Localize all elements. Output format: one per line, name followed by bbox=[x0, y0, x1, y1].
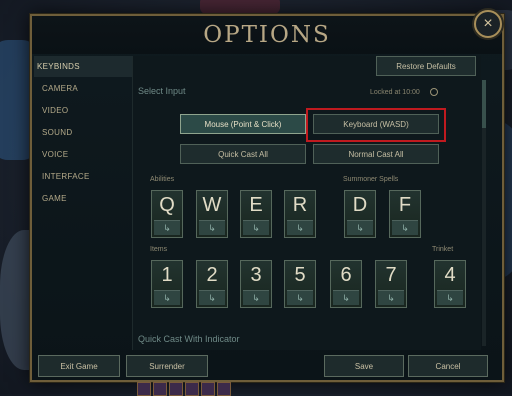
scrollbar-thumb[interactable] bbox=[482, 80, 486, 128]
quick-cast-toggle-icon[interactable]: ↳ bbox=[347, 220, 373, 235]
surrender-button[interactable]: Surrender bbox=[126, 355, 208, 377]
sidebar-item-video[interactable]: VIDEO bbox=[34, 100, 132, 121]
quick-cast-toggle-icon[interactable]: ↳ bbox=[287, 290, 313, 305]
quick-cast-toggle-icon[interactable]: ↳ bbox=[243, 290, 269, 305]
options-sidebar: KEYBINDS CAMERA VIDEO SOUND VOICE INTERF… bbox=[34, 56, 132, 210]
quick-cast-indicator-heading: Quick Cast With Indicator bbox=[138, 334, 240, 344]
quick-cast-toggle-icon[interactable]: ↳ bbox=[437, 290, 463, 305]
key-letter: E bbox=[249, 194, 263, 216]
key-letter: R bbox=[292, 194, 308, 216]
sidebar-item-interface[interactable]: INTERFACE bbox=[34, 166, 132, 187]
normal-cast-all-button[interactable]: Normal Cast All bbox=[313, 144, 439, 164]
summoner-key-d[interactable]: D ↳ bbox=[344, 190, 376, 238]
quick-cast-toggle-icon[interactable]: ↳ bbox=[154, 220, 180, 235]
clock-icon bbox=[430, 88, 438, 96]
item-key-1[interactable]: 1 ↳ bbox=[151, 260, 183, 308]
mouse-input-button[interactable]: Mouse (Point & Click) bbox=[180, 114, 306, 134]
locked-time-label: Locked at 10:00 bbox=[370, 89, 420, 96]
ability-key-r[interactable]: R ↳ bbox=[284, 190, 316, 238]
item-key-7[interactable]: 7 ↳ bbox=[375, 260, 407, 308]
item-key-5[interactable]: 5 ↳ bbox=[284, 260, 316, 308]
select-input-label: Select Input bbox=[138, 86, 186, 96]
sidebar-item-sound[interactable]: SOUND bbox=[34, 122, 132, 143]
key-letter: 1 bbox=[161, 264, 173, 286]
key-letter: Q bbox=[159, 194, 175, 216]
title-bar: OPTIONS bbox=[32, 16, 502, 54]
close-icon[interactable]: × bbox=[474, 10, 502, 38]
keyboard-highlight-box bbox=[306, 108, 446, 142]
quick-cast-toggle-icon[interactable]: ↳ bbox=[333, 290, 359, 305]
save-button[interactable]: Save bbox=[324, 355, 404, 377]
key-letter: 6 bbox=[340, 264, 352, 286]
key-letter: 5 bbox=[294, 264, 306, 286]
quick-cast-toggle-icon[interactable]: ↳ bbox=[154, 290, 180, 305]
key-letter: 4 bbox=[444, 264, 456, 286]
cancel-button[interactable]: Cancel bbox=[408, 355, 488, 377]
quick-cast-toggle-icon[interactable]: ↳ bbox=[287, 220, 313, 235]
exit-game-button[interactable]: Exit Game bbox=[38, 355, 120, 377]
key-letter: F bbox=[398, 194, 412, 216]
sidebar-item-keybinds[interactable]: KEYBINDS bbox=[34, 56, 132, 77]
key-letter: D bbox=[352, 194, 368, 216]
window-title: OPTIONS bbox=[203, 22, 331, 48]
ability-key-e[interactable]: E ↳ bbox=[240, 190, 272, 238]
sidebar-item-camera[interactable]: CAMERA bbox=[34, 78, 132, 99]
quick-cast-toggle-icon[interactable]: ↳ bbox=[378, 290, 404, 305]
ability-key-q[interactable]: Q ↳ bbox=[151, 190, 183, 238]
restore-defaults-button[interactable]: Restore Defaults bbox=[376, 56, 476, 76]
quick-cast-toggle-icon[interactable]: ↳ bbox=[243, 220, 269, 235]
hud-strip bbox=[137, 382, 231, 396]
abilities-label: Abilities bbox=[150, 176, 175, 183]
summoner-spells-label: Summoner Spells bbox=[343, 176, 399, 183]
sidebar-item-game[interactable]: GAME bbox=[34, 188, 132, 209]
options-window: OPTIONS KEYBINDS CAMERA VIDEO SOUND VOIC… bbox=[30, 14, 504, 382]
sidebar-item-voice[interactable]: VOICE bbox=[34, 144, 132, 165]
key-letter: 2 bbox=[206, 264, 218, 286]
trinket-label: Trinket bbox=[432, 246, 454, 253]
summoner-key-f[interactable]: F ↳ bbox=[389, 190, 421, 238]
key-letter: 7 bbox=[385, 264, 397, 286]
key-letter: 3 bbox=[250, 264, 262, 286]
quick-cast-toggle-icon[interactable]: ↳ bbox=[392, 220, 418, 235]
item-key-6[interactable]: 6 ↳ bbox=[330, 260, 362, 308]
quick-cast-toggle-icon[interactable]: ↳ bbox=[199, 220, 225, 235]
item-key-2[interactable]: 2 ↳ bbox=[196, 260, 228, 308]
items-label: Items bbox=[150, 246, 168, 253]
ability-key-w[interactable]: W ↳ bbox=[196, 190, 228, 238]
trinket-key-4[interactable]: 4 ↳ bbox=[434, 260, 466, 308]
key-letter: W bbox=[202, 194, 222, 216]
item-key-3[interactable]: 3 ↳ bbox=[240, 260, 272, 308]
quick-cast-all-button[interactable]: Quick Cast All bbox=[180, 144, 306, 164]
quick-cast-toggle-icon[interactable]: ↳ bbox=[199, 290, 225, 305]
